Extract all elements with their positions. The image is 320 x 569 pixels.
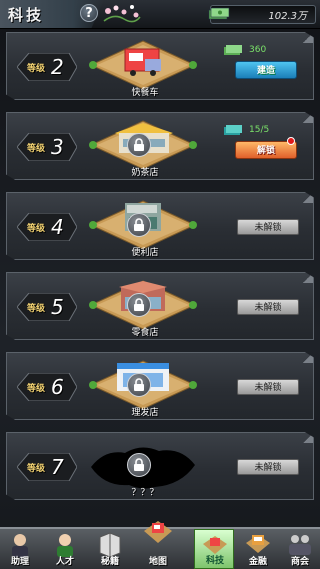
lock-icon <box>127 133 151 157</box>
tech-row-level-7: 等级 7 ？？？ 未解锁 <box>6 432 314 500</box>
bottom-nav: 助理 人才 秘籍 地图 科技 金融 商会 <box>0 521 320 569</box>
lock-icon <box>127 373 151 397</box>
cash-icon <box>224 45 242 55</box>
building-name: 便利店 <box>131 248 159 258</box>
level-badge: 等级 7 <box>17 453 77 481</box>
level-badge: 等级 3 <box>17 133 77 161</box>
top-bar: 科技 ? 102.3万 <box>0 0 320 29</box>
cash-stack-icon <box>224 125 242 135</box>
food-truck-building-icon[interactable] <box>85 39 201 91</box>
building-name: 奶茶店 <box>131 168 159 178</box>
page-title: 科技 <box>8 6 45 24</box>
locked-status-button: 未解锁 <box>237 219 299 235</box>
level-badge: 等级 2 <box>17 53 77 81</box>
cost-display: 360 <box>223 45 283 59</box>
cost-display: 15/5 <box>223 125 283 139</box>
tech-row-level-3: 等级 3 奶茶店 15/5 解锁 <box>6 112 314 180</box>
tech-row-level-5: 等级 5 零食店 未解锁 <box>6 272 314 340</box>
lock-icon <box>127 453 151 477</box>
tech-row-level-2: 等级 2 快餐车 360 建造 <box>6 32 314 100</box>
locked-status-button: 未解锁 <box>237 379 299 395</box>
money-amount: 102.3万 <box>268 11 307 22</box>
money-display: 102.3万 <box>208 5 316 24</box>
level-badge: 等级 4 <box>17 213 77 241</box>
locked-status-button: 未解锁 <box>237 459 299 475</box>
nav-item-book[interactable]: 秘籍 <box>90 529 130 569</box>
nav-item-finance[interactable]: 金融 <box>238 529 278 569</box>
level-badge: 等级 6 <box>17 373 77 401</box>
alert-dot-icon <box>287 137 295 145</box>
map-icon <box>144 521 172 543</box>
build-button[interactable]: 建造 <box>235 61 297 79</box>
flower-decoration-icon <box>103 5 141 23</box>
nav-item-assistant[interactable]: 助理 <box>0 529 40 569</box>
tech-row-level-6: 等级 6 理发店 未解锁 <box>6 352 314 420</box>
cash-icon <box>208 7 230 20</box>
nav-item-talent[interactable]: 人才 <box>45 529 85 569</box>
locked-status-button: 未解锁 <box>237 299 299 315</box>
tech-row-level-4: 等级 4 便利店 未解锁 <box>6 192 314 260</box>
nav-item-guild[interactable]: 商会 <box>280 529 320 569</box>
help-button[interactable]: ? <box>80 4 98 22</box>
building-name: 理发店 <box>131 408 159 418</box>
nav-item-map[interactable]: 地图 <box>138 517 178 569</box>
building-name: ？？？ <box>131 488 159 498</box>
building-name: 零食店 <box>131 328 159 338</box>
lock-icon <box>127 213 151 237</box>
nav-item-tech[interactable]: 科技 <box>194 529 234 569</box>
level-badge: 等级 5 <box>17 293 77 321</box>
lock-icon <box>127 293 151 317</box>
building-name: 快餐车 <box>131 88 159 98</box>
